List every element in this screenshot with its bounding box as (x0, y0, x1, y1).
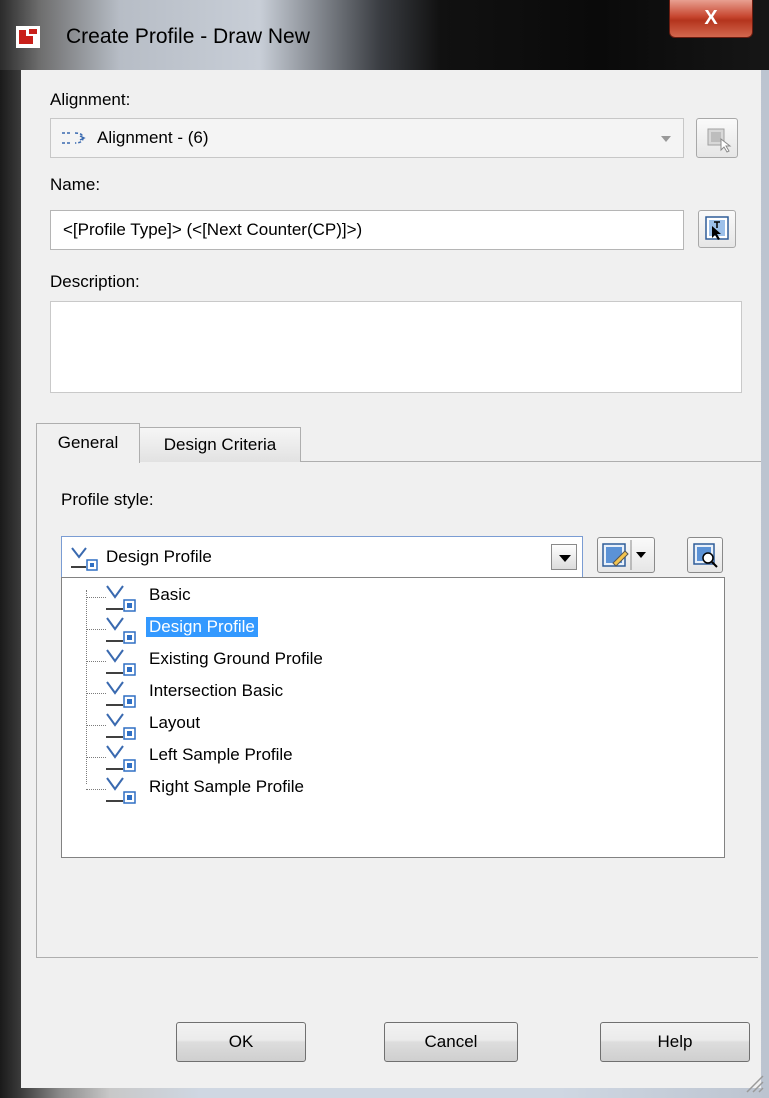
resize-grip-icon[interactable] (743, 1072, 765, 1094)
list-item-label: Right Sample Profile (149, 777, 304, 796)
profile-style-icon (104, 615, 138, 650)
chevron-down-icon (661, 136, 671, 142)
list-item-label: Design Profile (146, 617, 258, 637)
tab-design-criteria-label: Design Criteria (163, 435, 277, 454)
window-title: Create Profile - Draw New (66, 25, 310, 48)
ok-button[interactable]: OK (176, 1022, 306, 1062)
help-button[interactable]: Help (600, 1022, 750, 1062)
name-value: <[Profile Type]> (<[Next Counter(CP)]>) (63, 220, 363, 239)
tree-connector (86, 725, 106, 726)
tree-connector (86, 789, 106, 790)
style-details-button[interactable] (687, 537, 723, 573)
profile-style-icon (71, 547, 98, 571)
description-label: Description: (50, 272, 140, 291)
alignment-label: Alignment: (50, 90, 131, 109)
alignment-icon (62, 132, 86, 144)
name-label: Name: (50, 175, 101, 194)
chevron-down-icon[interactable] (551, 544, 577, 570)
tree-connector (86, 693, 106, 694)
profile-style-icon (104, 775, 138, 810)
profile-style-label: Profile style: (61, 490, 154, 509)
name-template-icon (705, 216, 729, 240)
edit-style-icon (602, 540, 646, 570)
tree-connector (86, 629, 106, 630)
tree-connector (86, 661, 106, 662)
edit-name-template-button[interactable] (698, 210, 736, 248)
profile-style-icon (104, 583, 138, 618)
list-item-label: Basic (149, 585, 191, 604)
profile-style-list[interactable]: Basic Design Profile Existing Ground Profi… (61, 577, 725, 858)
tab-general[interactable]: General (36, 423, 140, 463)
edit-style-button[interactable] (597, 537, 655, 573)
list-item-label: Intersection Basic (149, 681, 284, 700)
profile-style-dropdown[interactable]: Design Profile (61, 536, 583, 578)
list-item-label: Left Sample Profile (149, 745, 293, 764)
name-input[interactable]: <[Profile Type]> (<[Next Counter(CP)]>) (50, 210, 684, 250)
list-item-label: Layout (149, 713, 201, 732)
cancel-button[interactable]: Cancel (384, 1022, 518, 1062)
pick-alignment-button[interactable] (696, 118, 738, 158)
profile-style-selected: Design Profile (106, 547, 212, 566)
alignment-dropdown[interactable]: Alignment - (6) (50, 118, 684, 158)
magnify-style-icon (693, 543, 718, 568)
title-bar[interactable]: Create Profile - Draw New (0, 0, 769, 70)
profile-style-icon (104, 743, 138, 778)
tree-connector (86, 597, 106, 598)
tab-general-label: General (57, 433, 119, 452)
civil3d-app-icon (16, 26, 40, 48)
profile-style-icon (104, 711, 138, 746)
profile-style-icon (104, 679, 138, 714)
tree-connector (86, 590, 87, 784)
tree-connector (86, 757, 106, 758)
list-item-label: Existing Ground Profile (149, 649, 323, 668)
pick-from-drawing-icon (707, 128, 732, 153)
description-input[interactable] (50, 301, 742, 393)
profile-style-icon (104, 647, 138, 682)
dialog-client-area: Alignment: Alignment - (6) Name: <[Profi… (21, 70, 761, 1088)
alignment-value: Alignment - (6) (97, 128, 209, 147)
tab-design-criteria[interactable]: Design Criteria (139, 427, 301, 462)
close-button[interactable]: X (669, 0, 753, 38)
